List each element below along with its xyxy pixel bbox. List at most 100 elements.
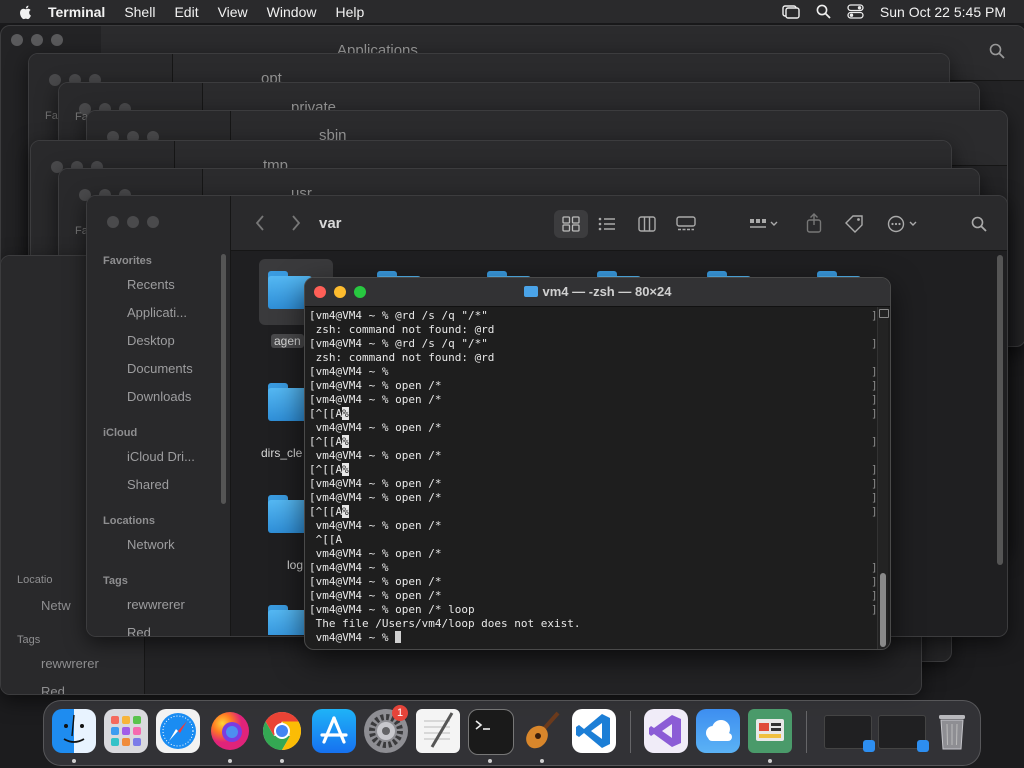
scrollbar-top-button[interactable] [879, 309, 889, 318]
dock-safari-icon[interactable] [156, 709, 200, 753]
sidebar-tag-red[interactable]: Red [127, 625, 151, 636]
forward-chevron-icon[interactable] [291, 215, 301, 231]
line-mark-bracket: [ [309, 491, 316, 504]
minimize-button[interactable] [127, 216, 139, 228]
control-center-icon[interactable] [847, 4, 864, 19]
menu-edit[interactable]: Edit [174, 4, 198, 20]
terminal-line-text: vm4@VM4 ~ % open /* [315, 393, 442, 406]
sidebar-item-recents[interactable]: Recents [127, 277, 175, 292]
share-icon[interactable] [806, 213, 822, 233]
dock-trash-icon[interactable] [930, 709, 974, 753]
dock-finder-icon[interactable] [52, 709, 96, 753]
terminal-line: [vm4@VM4 ~ % open /*] [309, 477, 878, 491]
terminal-line: vm4@VM4 ~ % open /* [309, 421, 878, 435]
sidebar-tag-rewwrerer[interactable]: rewwrerer [127, 597, 185, 612]
close-button[interactable] [107, 216, 119, 228]
terminal-line-text: vm4@VM4 ~ % open /* [309, 421, 442, 434]
content-scrollbar[interactable] [997, 255, 1003, 565]
dock-launchpad-icon[interactable] [104, 709, 148, 753]
terminal-line-text: vm4@VM4 ~ % open /* [309, 519, 442, 532]
terminal-scrollbar[interactable] [877, 307, 889, 649]
chrome-icon [262, 711, 302, 751]
line-mark-bracket: [ [309, 407, 316, 420]
sidebar-network[interactable]: Netw [41, 598, 71, 613]
dock-minimized-window-2[interactable] [878, 715, 929, 752]
spotlight-search-icon[interactable] [816, 4, 831, 19]
menu-app-terminal[interactable]: Terminal [48, 4, 105, 20]
search-icon[interactable] [989, 43, 1005, 59]
terminal-line: [vm4@VM4 ~ % open /*] [309, 379, 878, 393]
sidebar-icloud-head: iCloud [103, 427, 138, 439]
dock-terminal-icon[interactable] [468, 709, 514, 755]
menu-help[interactable]: Help [335, 4, 364, 20]
line-mark-bracket: [ [309, 463, 316, 476]
terminal-line-text: ^[[A [315, 463, 343, 476]
firefox-icon [211, 712, 249, 750]
sidebar-item-icloud-drive[interactable]: iCloud Dri... [127, 449, 195, 464]
terminal-line: [vm4@VM4 ~ % open /*] [309, 491, 878, 505]
inverse-percent-mark: % [342, 463, 349, 476]
terminal-line: [^[[A%] [309, 505, 878, 519]
vscode-icon [576, 714, 610, 748]
zoom-button[interactable] [147, 216, 159, 228]
terminal-line-text: vm4@VM4 ~ % open /* [315, 575, 442, 588]
line-mark-bracket: [ [309, 477, 316, 490]
sidebar-fav-label: Fa [45, 110, 58, 122]
sidebar-item-documents[interactable]: Documents [127, 361, 193, 376]
terminal-titlebar[interactable]: vm4 — -zsh — 80×24 [305, 278, 890, 307]
menu-window[interactable]: Window [267, 4, 317, 20]
dock-vscode-icon[interactable] [572, 709, 616, 753]
dock-weather-icon[interactable] [696, 709, 740, 753]
terminal-output[interactable]: [vm4@VM4 ~ % @rd /s /q "/*"] zsh: comman… [305, 307, 878, 649]
sidebar-item-shared[interactable]: Shared [127, 477, 169, 492]
list-view-icon[interactable] [598, 217, 616, 231]
tag-icon[interactable] [844, 215, 864, 233]
group-by-icon[interactable] [749, 217, 779, 231]
sidebar-item-desktop[interactable]: Desktop [127, 333, 175, 348]
dock-instruments-icon[interactable] [520, 709, 564, 753]
search-icon[interactable] [971, 216, 987, 232]
dock-utilities-icon[interactable] [748, 709, 792, 753]
scrollbar-thumb[interactable] [880, 573, 886, 647]
dock-app-store-icon[interactable] [312, 709, 356, 753]
screen-mirroring-icon[interactable] [782, 4, 800, 19]
back-chevron-icon[interactable] [255, 215, 265, 231]
dock-visual-studio-icon[interactable] [644, 709, 688, 753]
sidebar-item-downloads[interactable]: Downloads [127, 389, 191, 404]
more-actions-icon[interactable] [887, 215, 919, 233]
line-mark-bracket: [ [309, 393, 316, 406]
terminal-line-text: vm4@VM4 ~ % @rd /s /q "/*" [315, 309, 488, 322]
sidebar-tag-red[interactable]: Red [41, 684, 65, 694]
menu-clock[interactable]: Sun Oct 22 5:45 PM [880, 4, 1006, 20]
running-indicator [488, 759, 492, 763]
dock-minimized-window-1[interactable] [824, 715, 875, 752]
menu-view[interactable]: View [218, 4, 248, 20]
terminal-line-text: zsh: command not found: @rd [309, 351, 495, 364]
sidebar-scrollbar[interactable] [221, 254, 226, 504]
folder-label-dirs-cle[interactable]: dirs_cle [261, 446, 302, 460]
dock-firefox-icon[interactable] [208, 709, 252, 753]
terminal-line-text: vm4@VM4 ~ % [315, 561, 389, 574]
line-mark-bracket: [ [309, 365, 316, 378]
terminal-line: The file /Users/vm4/loop does not exist. [309, 617, 878, 631]
folder-label-agen[interactable]: agen [271, 334, 304, 348]
sidebar-tag-rewwrerer[interactable]: rewwrerer [41, 656, 99, 671]
sidebar-tags-head: Tags [17, 634, 41, 646]
terminal-window[interactable]: vm4 — -zsh — 80×24 [ vm4@VM4 ~ % @rd /s /… [304, 277, 891, 650]
column-view-icon[interactable] [638, 216, 656, 232]
gallery-view-icon[interactable] [676, 216, 696, 232]
dock-chrome-icon[interactable] [260, 709, 304, 753]
finder-badge-icon [863, 740, 875, 752]
running-indicator [280, 759, 284, 763]
terminal-line-text: vm4@VM4 ~ % open /* [315, 491, 442, 504]
folder-label-log[interactable]: log [287, 558, 303, 572]
sidebar-item-network[interactable]: Network [127, 537, 175, 552]
terminal-line-text: ^[[A [309, 533, 343, 546]
sidebar-item-applications[interactable]: Applicati... [127, 305, 187, 320]
terminal-line: zsh: command not found: @rd [309, 351, 878, 365]
sidebar-favorites-head: Favorites [103, 255, 152, 267]
apple-logo-icon[interactable] [18, 4, 34, 20]
running-indicator [540, 759, 544, 763]
menu-shell[interactable]: Shell [124, 4, 155, 20]
dock-textedit-icon[interactable] [416, 709, 460, 753]
